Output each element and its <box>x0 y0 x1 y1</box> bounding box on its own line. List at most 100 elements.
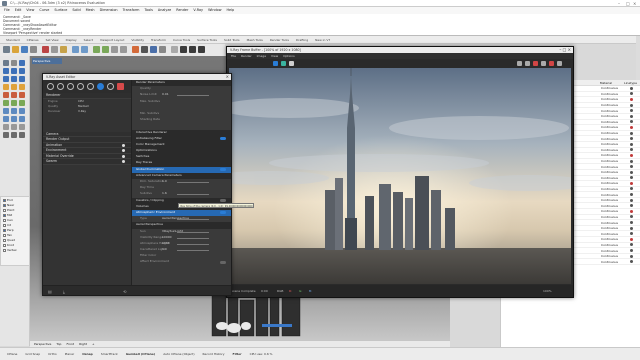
layer-color-icon[interactable] <box>630 187 633 191</box>
layer-color-icon[interactable] <box>630 137 633 141</box>
vfb-menu-options[interactable]: Options <box>283 54 295 58</box>
vfb-menu-file[interactable]: File <box>231 54 236 58</box>
move-icon[interactable] <box>3 108 9 114</box>
layers-icon[interactable] <box>150 46 157 53</box>
fillet-icon[interactable] <box>19 100 25 106</box>
region-render-icon[interactable] <box>541 61 546 66</box>
clear-image-icon[interactable] <box>525 61 530 66</box>
hatch-icon[interactable] <box>19 132 25 138</box>
vray-frame-buffer-icon[interactable] <box>198 46 205 53</box>
setting-slider[interactable] <box>177 182 209 183</box>
save-image-icon[interactable] <box>517 61 522 66</box>
arc-icon[interactable] <box>3 76 9 82</box>
lights-icon[interactable] <box>57 83 64 90</box>
save-icon[interactable] <box>21 46 28 53</box>
tab-top[interactable]: Top <box>56 342 61 346</box>
quality-value[interactable]: Medium <box>78 104 89 108</box>
file-icon[interactable]: ▤ <box>48 289 52 294</box>
toolbar-tab[interactable]: Select <box>84 38 93 42</box>
layer-color-icon[interactable] <box>630 176 633 180</box>
teapot-render-icon[interactable] <box>117 83 124 90</box>
vfb-menu-view[interactable]: View <box>271 54 278 58</box>
text-icon[interactable] <box>11 132 17 138</box>
save-settings-icon[interactable]: ⤓ <box>63 289 65 294</box>
checkbox-icon[interactable] <box>3 233 6 237</box>
toolbar-tab[interactable]: CPlanes <box>27 38 39 42</box>
checkbox-icon[interactable] <box>3 213 6 217</box>
scale-icon[interactable] <box>3 116 9 122</box>
toolbar-tab[interactable]: Standard <box>6 38 20 42</box>
layer-color-icon[interactable] <box>630 92 633 96</box>
toggle-switch[interactable] <box>220 199 226 203</box>
materials-icon[interactable] <box>47 83 54 90</box>
toolbar-tab[interactable]: Drafting <box>296 38 308 42</box>
setting-value[interactable]: 10000 <box>162 235 172 239</box>
line-icon[interactable] <box>19 60 25 66</box>
toggle-switch[interactable] <box>220 260 226 264</box>
denoiser-value[interactable]: V-Ray <box>78 109 86 113</box>
close-icon[interactable]: × <box>633 1 636 6</box>
status-grid-snap[interactable]: Grid Snap <box>25 352 40 356</box>
setting-value[interactable]: 1.0 <box>162 247 167 251</box>
layer-color-icon[interactable] <box>630 260 633 264</box>
checkbox-icon[interactable] <box>3 248 6 252</box>
minimize-icon[interactable]: – <box>618 1 620 6</box>
point-icon[interactable] <box>11 60 17 66</box>
layer-color-icon[interactable] <box>630 215 633 219</box>
properties-icon[interactable] <box>159 46 166 53</box>
boolean-difference-icon[interactable] <box>11 100 17 106</box>
vfb-close-icon[interactable]: – □ × <box>559 47 571 52</box>
menu-tools[interactable]: Tools <box>145 8 153 12</box>
copy-object-icon[interactable] <box>11 108 17 114</box>
column-header[interactable]: Material <box>597 80 621 85</box>
setting-slider[interactable] <box>177 250 209 251</box>
viewport-title[interactable]: Perspective <box>32 58 62 64</box>
status-filter[interactable]: Filter <box>233 352 242 356</box>
close-icon[interactable]: × <box>226 74 229 79</box>
toolbar-tab[interactable]: Curve Tools <box>173 38 190 42</box>
setting-slider[interactable] <box>177 95 209 97</box>
ellipse-icon[interactable] <box>11 76 17 82</box>
layer-color-icon[interactable] <box>630 120 633 124</box>
setting-slider[interactable] <box>177 219 209 220</box>
menu-transform[interactable]: Transform <box>123 8 140 12</box>
add-tab-icon[interactable]: + <box>92 342 95 346</box>
osnap-vertex[interactable]: Vertex <box>3 248 29 252</box>
paste-icon[interactable] <box>60 46 67 53</box>
layer-color-icon[interactable] <box>630 165 633 169</box>
setting-row[interactable]: Affect Environment <box>132 259 231 265</box>
column-header[interactable]: Linetype <box>621 80 640 85</box>
osnap-cen[interactable]: Cen <box>3 218 29 222</box>
vfb-titlebar[interactable]: V-Ray Frame Buffer - [100% of 1920 x 108… <box>227 47 573 53</box>
setting-value[interactable]: 0.01 <box>162 92 169 96</box>
render-icon[interactable] <box>141 46 148 53</box>
status-planar[interactable]: Planar <box>65 352 74 356</box>
render-image[interactable] <box>229 68 571 284</box>
render-button-icon[interactable] <box>273 61 278 66</box>
vray-asset-editor-icon[interactable] <box>189 46 196 53</box>
history-icon[interactable] <box>557 61 562 66</box>
track-mouse-icon[interactable] <box>549 61 554 66</box>
osnap-quad[interactable]: Quad <box>3 238 29 242</box>
render-elements-icon[interactable] <box>107 83 114 90</box>
select-icon[interactable] <box>3 60 9 66</box>
pan-icon[interactable] <box>93 46 100 53</box>
toggle-switch[interactable] <box>220 137 226 141</box>
menu-analyze[interactable]: Analyze <box>158 8 171 12</box>
sphere-icon[interactable] <box>11 92 17 98</box>
status-ortho[interactable]: Ortho <box>48 352 57 356</box>
join-icon[interactable] <box>19 124 25 130</box>
toolbar-tab[interactable]: Viewport Layout <box>100 38 124 42</box>
layer-color-icon[interactable] <box>630 97 633 101</box>
vfb-channel-select[interactable]: RGB <box>277 289 283 293</box>
osnap-end[interactable]: End <box>3 198 29 202</box>
toolbar-tab[interactable]: Transform <box>151 38 166 42</box>
osnap-mid[interactable]: Mid <box>3 213 29 217</box>
toolbar-tab[interactable]: Surface Tools <box>197 38 217 42</box>
toggle-switch[interactable] <box>220 211 226 215</box>
menu-solid[interactable]: Solid <box>72 8 80 12</box>
toolbar-tab[interactable]: Display <box>66 38 77 42</box>
section-swarm[interactable]: Swarm <box>43 159 131 165</box>
textures-icon[interactable] <box>77 83 84 90</box>
toolbar-tab[interactable]: New in V7 <box>315 38 330 42</box>
